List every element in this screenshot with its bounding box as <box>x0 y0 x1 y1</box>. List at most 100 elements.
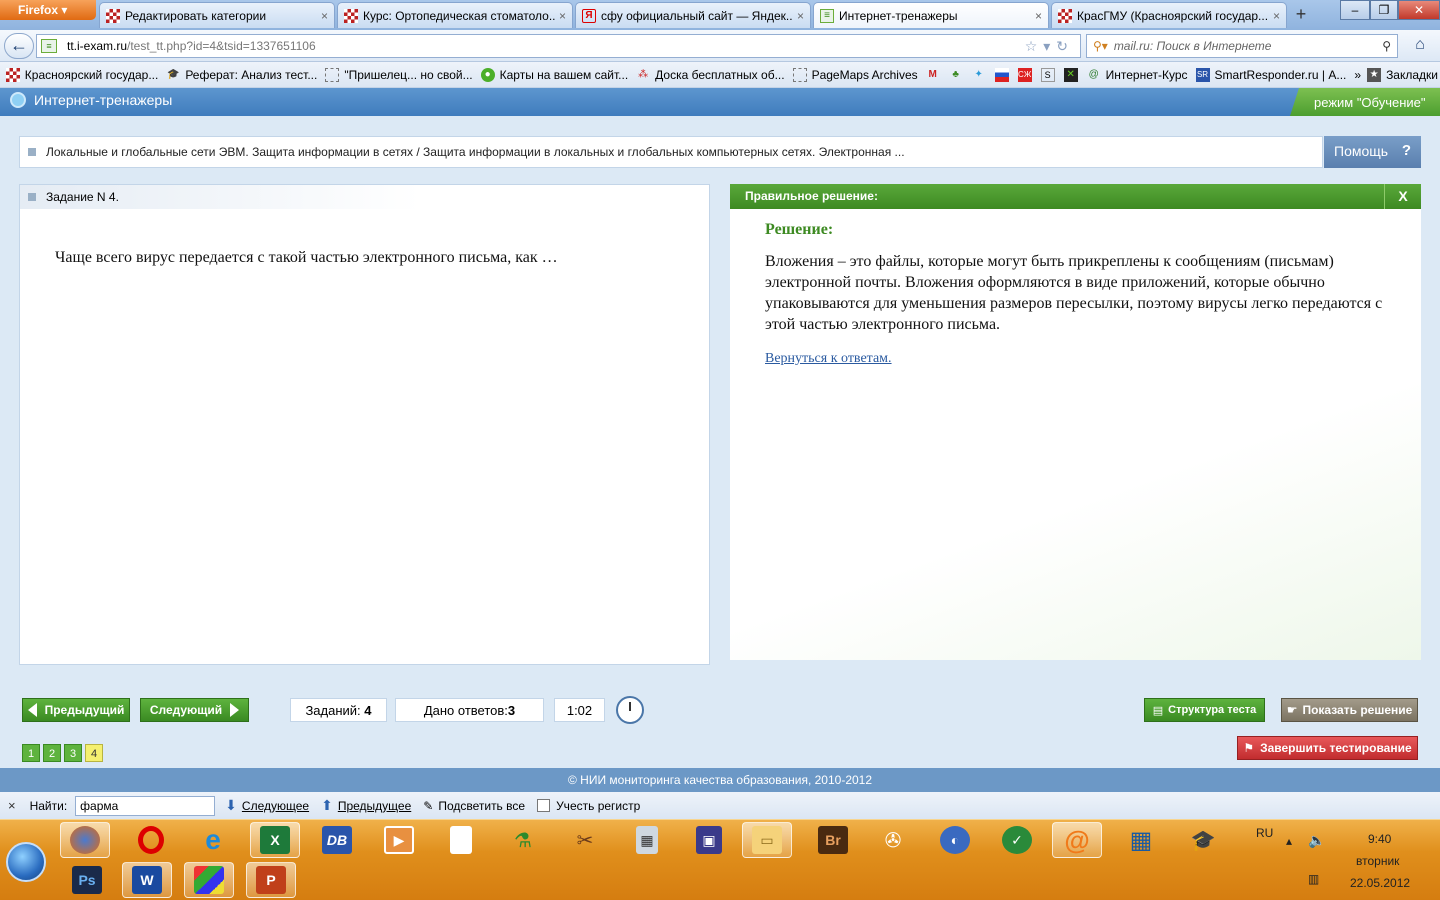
show-solution-button[interactable]: ☛ Показать решение <box>1281 698 1418 722</box>
firefox-taskbar-icon[interactable] <box>60 822 110 858</box>
bookmark-item[interactable]: 🎓 Реферат: Анализ тест... <box>166 68 317 82</box>
tree-icon: ♣ <box>952 69 959 80</box>
start-button[interactable] <box>6 842 46 882</box>
bookmarks-folder[interactable]: ★ Закладки <box>1367 67 1438 82</box>
volume-icon[interactable]: 🔈 <box>1308 832 1325 849</box>
tools-taskbar-icon[interactable]: ✂ <box>560 822 610 858</box>
close-window-icon[interactable]: ✕ <box>1398 0 1440 20</box>
close-tab-icon[interactable]: × <box>1273 9 1280 23</box>
test-structure-button[interactable]: ▤ Структура теста <box>1144 698 1265 722</box>
bookmark-item[interactable]: M <box>926 68 945 82</box>
minimize-icon[interactable]: – <box>1340 0 1370 20</box>
question-text: Чаще всего вирус передается с такой част… <box>55 249 558 266</box>
network-icon[interactable]: ▥ <box>1308 872 1319 886</box>
ie-taskbar-icon[interactable]: e <box>188 822 238 858</box>
firefox-menu-button[interactable]: Firefox ▾ <box>0 0 96 20</box>
cap-icon: 🎓 <box>167 69 180 80</box>
bookmark-item[interactable] <box>994 67 1014 82</box>
timer: 1:02 <box>554 698 605 722</box>
page-icon <box>792 67 807 82</box>
tab-course[interactable]: Курс: Ортопедическая стоматоло... × <box>337 2 573 28</box>
match-case-checkbox[interactable]: Учесть регистр <box>537 799 640 813</box>
bookmarks-more-button[interactable]: » <box>1354 68 1361 82</box>
new-tab-button[interactable]: + <box>1288 4 1314 26</box>
back-to-answers-link[interactable]: Вернуться к ответам. <box>765 351 892 367</box>
tab-internet-trainers[interactable]: ≡ Интернет-тренажеры × <box>813 2 1049 28</box>
bookmark-item[interactable]: PageMaps Archives <box>792 67 918 82</box>
maximize-icon[interactable]: ❐ <box>1370 0 1398 20</box>
tab-krasgmu[interactable]: КрасГМУ (Красноярский государ... × <box>1051 2 1287 28</box>
powerpoint-taskbar-icon[interactable]: P <box>246 862 296 898</box>
home-icon[interactable]: ⌂ <box>1406 34 1434 58</box>
search-bar[interactable]: ⚲▾ mail.ru: Поиск в Интернете ⚲ <box>1086 34 1398 58</box>
task-number-4[interactable]: 4 <box>85 744 103 762</box>
site-icon: ≡ <box>41 39 57 53</box>
clock-date: 22.05.2012 <box>1350 876 1411 890</box>
bookmark-item[interactable]: ♣ <box>949 68 968 82</box>
word-taskbar-icon[interactable]: W <box>122 862 172 898</box>
language-indicator[interactable]: RU <box>1256 826 1273 840</box>
grid-taskbar-icon[interactable]: ▦ <box>1116 822 1166 858</box>
close-findbar-icon[interactable]: × <box>8 798 16 813</box>
windows-taskbar-icon[interactable] <box>184 862 234 898</box>
floppy-taskbar-icon[interactable]: ▣ <box>684 822 734 858</box>
close-solution-button[interactable]: X <box>1384 184 1421 209</box>
sg-icon: СЖ <box>1017 67 1032 82</box>
solution-header: Правильное решение: <box>730 184 1421 209</box>
mail-agent-taskbar-icon[interactable]: @ <box>1052 822 1102 858</box>
tab-edit-categories[interactable]: Редактировать категории × <box>99 2 335 28</box>
security-taskbar-icon[interactable]: ✓ <box>992 822 1042 858</box>
bookmark-item[interactable]: "Пришелец... но свой... <box>325 67 473 82</box>
back-arrow-icon[interactable]: ← <box>4 33 34 59</box>
task-number-1[interactable]: 1 <box>22 744 40 762</box>
bookmark-item[interactable]: ✕ <box>1063 67 1083 82</box>
help-button[interactable]: Помощь? <box>1324 136 1421 168</box>
explorer-taskbar-icon[interactable]: ▭ <box>742 822 792 858</box>
url-bar[interactable]: ≡ tt.i-exam.ru/test_tt.php?id=4&tsid=133… <box>36 34 1081 58</box>
photoshop-taskbar-icon[interactable]: Ps <box>62 862 112 898</box>
db-taskbar-icon[interactable]: DB <box>312 822 362 858</box>
task-number-2[interactable]: 2 <box>43 744 61 762</box>
close-tab-icon[interactable]: × <box>559 9 566 23</box>
tab-yandex[interactable]: Я сфу официальный сайт — Яндек... × <box>575 2 811 28</box>
find-input[interactable]: фарма <box>75 795 216 816</box>
graduation-taskbar-icon[interactable]: 🎓 <box>1178 822 1228 858</box>
bookmark-item[interactable]: ● Карты на вашем сайт... <box>480 67 628 82</box>
globe-taskbar-icon[interactable]: ◐ <box>930 822 980 858</box>
finish-test-button[interactable]: ⚑ Завершить тестирование <box>1237 736 1418 760</box>
media-taskbar-icon[interactable]: ▶ <box>374 822 424 858</box>
close-tab-icon[interactable]: × <box>321 9 328 23</box>
bookmark-item[interactable]: ✦ <box>972 68 991 82</box>
excel-taskbar-icon[interactable]: X <box>250 822 300 858</box>
notepad-taskbar-icon[interactable] <box>436 822 486 858</box>
clock-time[interactable]: 9:40 <box>1368 832 1391 846</box>
dots-icon: ⁂ <box>638 69 649 80</box>
flask-taskbar-icon[interactable]: ⚗ <box>498 822 548 858</box>
bookmark-star-icon[interactable]: ☆▾↻ <box>1025 38 1080 55</box>
bookmark-item[interactable]: @ Интернет-Курс <box>1087 68 1188 82</box>
opera-taskbar-icon[interactable] <box>126 822 176 858</box>
page-icon <box>325 67 340 82</box>
close-tab-icon[interactable]: × <box>797 9 804 23</box>
chevron-up-icon[interactable]: ▴ <box>1286 834 1292 848</box>
find-previous-button[interactable]: ⬆ Предыдущее <box>321 797 411 814</box>
find-next-button[interactable]: ⬇ Следующее <box>225 797 309 814</box>
next-button[interactable]: Следующий <box>140 698 249 722</box>
bookmark-item[interactable]: Красноярский государ... <box>5 67 158 82</box>
highlight-all-button[interactable]: ✎ Подсветить все <box>423 799 525 813</box>
star-icon: ★ <box>1367 67 1382 82</box>
search-icon[interactable]: ⚲ <box>1382 39 1397 53</box>
close-tab-icon[interactable]: × <box>1035 9 1042 23</box>
calculator-taskbar-icon[interactable]: ▦ <box>622 822 672 858</box>
bookmark-item[interactable]: ⁂ Доска бесплатных об... <box>636 68 784 82</box>
bookmark-item[interactable]: SR SmartResponder.ru | А... <box>1195 67 1346 82</box>
task-number-3[interactable]: 3 <box>64 744 82 762</box>
network-taskbar-icon[interactable]: ✇ <box>868 822 918 858</box>
search-engine-icon[interactable]: ⚲▾ <box>1093 39 1108 53</box>
previous-button[interactable]: Предыдущий <box>22 698 130 722</box>
bookmark-item[interactable]: СЖ <box>1017 67 1037 82</box>
bookmark-item[interactable]: S <box>1040 67 1060 82</box>
solution-title: Решение: <box>765 221 834 238</box>
bridge-taskbar-icon[interactable]: Br <box>808 822 858 858</box>
arrow-down-icon: ⬇ <box>225 797 237 813</box>
